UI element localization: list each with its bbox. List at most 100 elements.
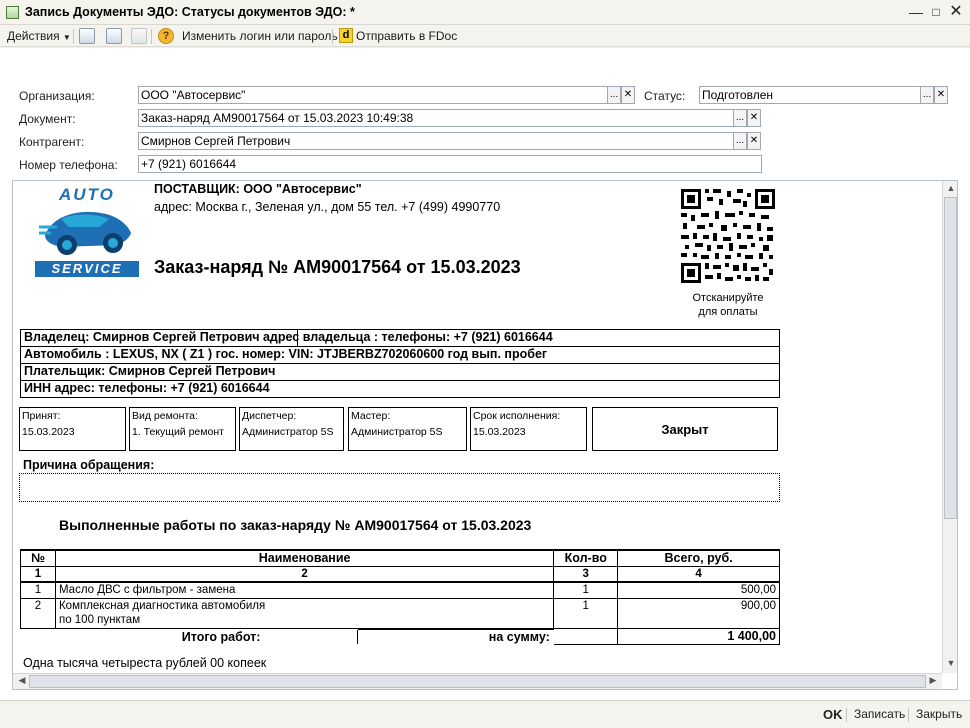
- state-box: Закрыт: [592, 407, 778, 451]
- reason-label: Причина обращения:: [23, 458, 155, 472]
- colnum-2: 2: [54, 565, 555, 583]
- works-table: № Наименование Кол-во Всего, руб. 1 2 3 …: [20, 549, 780, 645]
- dropdown-arrow-icon: ▼: [62, 33, 71, 42]
- org-field[interactable]: ООО "Автосервис": [138, 86, 608, 104]
- repair-type-value: 1. Текущий ремонт: [132, 426, 224, 438]
- row-qty: 1: [553, 597, 619, 629]
- copy-icon[interactable]: [131, 28, 147, 44]
- supplier-line: ПОСТАВЩИК: ООО "Автосервис": [154, 182, 362, 196]
- sum-label: на сумму:: [357, 628, 554, 644]
- vertical-scrollbar[interactable]: ▲ ▼: [942, 181, 957, 673]
- scroll-left-icon[interactable]: ◀: [15, 675, 29, 686]
- col-header-num: №: [20, 549, 56, 567]
- document-title: Заказ-наряд № АМ90017564 от 15.03.2023: [154, 257, 521, 277]
- supplier-address: адрес: Москва г., Зеленая ул., дом 55 те…: [154, 200, 501, 214]
- table-icon: [6, 6, 19, 19]
- master-label: Мастер:: [351, 410, 391, 422]
- fdoc-icon[interactable]: d: [339, 28, 353, 43]
- send-fdoc-button[interactable]: Отправить в FDoc: [356, 28, 457, 44]
- deadline-value: 15.03.2023: [473, 426, 526, 438]
- refresh-icon[interactable]: [106, 28, 122, 44]
- scroll-up-icon[interactable]: ▲: [944, 183, 957, 193]
- vertical-scroll-thumb[interactable]: [944, 197, 957, 519]
- list-icon[interactable]: [79, 28, 95, 44]
- toolbar: Действия ▼ ? Изменить логин или пароль d…: [0, 25, 970, 47]
- print-preview[interactable]: AUTO SERVICE ПОСТАВЩИК: ООО "Автосервис"…: [12, 180, 958, 690]
- colnum-4: 4: [617, 565, 780, 583]
- close-button[interactable]: Закрыть: [916, 707, 962, 721]
- toolbar-separator: [332, 29, 333, 44]
- window-titlebar: Запись Документы ЭДО: Статусы документов…: [0, 0, 970, 25]
- select-ellipsis-icon[interactable]: ...: [733, 109, 747, 127]
- button-separator: [908, 708, 909, 722]
- scroll-right-icon[interactable]: ▶: [926, 675, 940, 686]
- change-login-button[interactable]: Изменить логин или пароль: [182, 28, 338, 44]
- help-icon[interactable]: ?: [158, 28, 174, 44]
- toolbar-separator: [73, 29, 74, 44]
- row-qty: 1: [553, 581, 619, 599]
- clear-x-icon[interactable]: ✕: [747, 109, 761, 127]
- document-field[interactable]: Заказ-наряд АМ90017564 от 15.03.2023 10:…: [138, 109, 734, 127]
- reason-box: [19, 473, 780, 502]
- row-name: Масло ДВС с фильтром - замена: [54, 581, 555, 599]
- car-logo-icon: [39, 211, 131, 255]
- qr-caption-line1: Отсканируйте: [692, 292, 764, 304]
- total-label-text: Итого работ:: [182, 629, 358, 644]
- minimize-icon[interactable]: —: [908, 4, 924, 20]
- total-label: Итого работ: на сумму:: [21, 628, 554, 644]
- inn-row: ИНН адрес: телефоны: +7 (921) 6016644: [20, 380, 780, 398]
- accepted-box: Принят: 15.03.2023: [19, 407, 126, 451]
- repair-type-box: Вид ремонта: 1. Текущий ремонт: [129, 407, 236, 451]
- table-row: 1 Масло ДВС с фильтром - замена 1 500,00: [20, 581, 780, 599]
- save-button[interactable]: Записать: [854, 707, 905, 721]
- colnum-3: 3: [553, 565, 619, 583]
- sum-value: 1 400,00: [617, 627, 780, 645]
- col-header-qty: Кол-во: [553, 549, 619, 567]
- ok-button[interactable]: OK: [823, 707, 843, 722]
- col-header-name: Наименование: [54, 549, 555, 567]
- window-title: Запись Документы ЭДО: Статусы документов…: [25, 5, 355, 19]
- deadline-label: Срок исполнения:: [473, 410, 561, 422]
- qr-caption: Отсканируйте для оплаты: [669, 291, 787, 319]
- button-separator: [846, 708, 847, 722]
- close-icon[interactable]: ✕: [948, 4, 964, 20]
- horizontal-scroll-thumb[interactable]: [29, 675, 926, 688]
- master-value: Администратор 5S: [351, 426, 443, 438]
- bottom-bar: OK Записать Закрыть: [0, 700, 970, 728]
- status-label: Статус:: [644, 89, 686, 103]
- horizontal-scrollbar[interactable]: ◀ ▶: [13, 673, 942, 689]
- actions-label: Действия: [7, 29, 60, 43]
- state-value: Закрыт: [661, 422, 709, 437]
- scroll-down-icon[interactable]: ▼: [944, 658, 957, 668]
- counterparty-label: Контрагент:: [19, 135, 85, 149]
- works-title: Выполненные работы по заказ-наряду № АМ9…: [59, 517, 532, 533]
- actions-menu[interactable]: Действия ▼: [7, 28, 71, 44]
- table-total-row: Итого работ: на сумму: 1 400,00: [21, 627, 780, 645]
- accepted-label: Принят:: [22, 410, 61, 422]
- counterparty-field[interactable]: Смирнов Сергей Петрович: [138, 132, 734, 150]
- colnum-1: 1: [20, 565, 56, 583]
- payer-row: Плательщик: Смирнов Сергей Петрович: [20, 363, 780, 380]
- toolbar-separator: [151, 29, 152, 44]
- document-label: Документ:: [19, 112, 76, 126]
- maximize-icon[interactable]: □: [928, 4, 944, 20]
- car-row: Автомобиль : LEXUS, NX ( Z1 ) гос. номер…: [20, 346, 780, 363]
- company-logo: AUTO SERVICE: [35, 185, 139, 279]
- row-total: 500,00: [617, 581, 780, 599]
- select-ellipsis-icon[interactable]: ...: [733, 132, 747, 150]
- org-label: Организация:: [19, 89, 95, 103]
- qr-code-icon: [679, 187, 777, 285]
- select-ellipsis-icon[interactable]: ...: [607, 86, 621, 104]
- owner-divider: [297, 329, 298, 346]
- clear-x-icon[interactable]: ✕: [621, 86, 635, 104]
- deadline-box: Срок исполнения: 15.03.2023: [470, 407, 587, 451]
- phone-field[interactable]: +7 (921) 6016644: [138, 155, 762, 173]
- accepted-value: 15.03.2023: [22, 426, 75, 438]
- select-ellipsis-icon[interactable]: ...: [920, 86, 934, 104]
- clear-x-icon[interactable]: ✕: [747, 132, 761, 150]
- clear-x-icon[interactable]: ✕: [934, 86, 948, 104]
- status-field[interactable]: Подготовлен: [699, 86, 921, 104]
- col-header-total: Всего, руб.: [617, 549, 780, 567]
- phone-label: Номер телефона:: [19, 158, 118, 172]
- row-name: Комплексная диагностика автомобиля по 10…: [54, 597, 555, 629]
